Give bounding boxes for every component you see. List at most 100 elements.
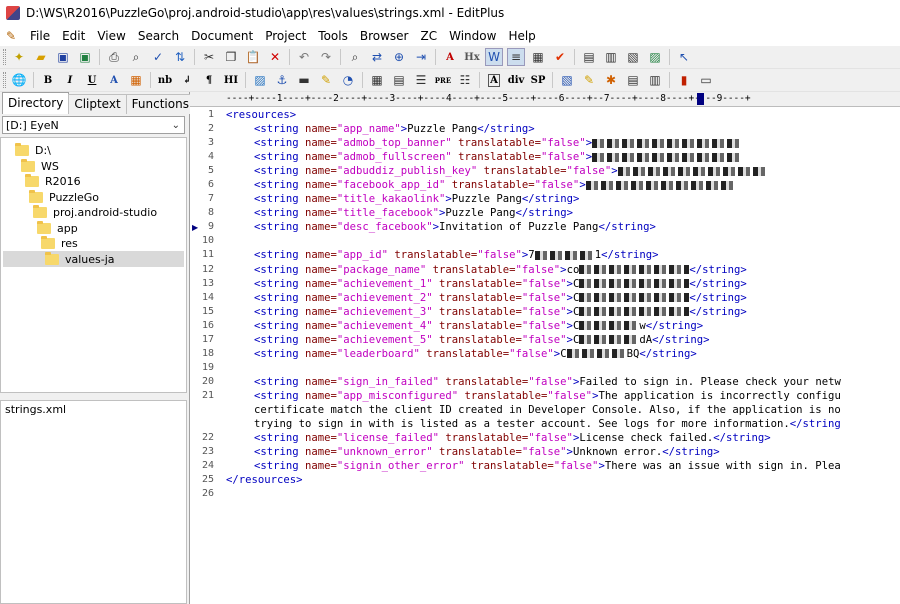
menu-document[interactable]: Document [185, 26, 259, 46]
context-help-icon[interactable]: ↖ [675, 48, 693, 66]
find-icon[interactable]: ⌕ [346, 48, 364, 66]
code-line[interactable]: 21 <string name="app_misconfigured" trans… [190, 389, 900, 403]
code-line[interactable]: 4 <string name="admob_fullscreen" transla… [190, 150, 900, 164]
pre-icon[interactable]: PRE [434, 71, 452, 89]
tree-item-proj-android-studio[interactable]: proj.android-studio [33, 204, 157, 220]
heading-icon[interactable]: HI [222, 71, 240, 89]
code-line[interactable]: 20 <string name="sign_in_failed" translat… [190, 375, 900, 389]
code-line[interactable]: 15 <string name="achievement_3" translata… [190, 305, 900, 319]
column-icon[interactable]: ▦ [529, 48, 547, 66]
code-line[interactable]: 9 <string name="desc_facebook">Invitation… [190, 220, 900, 234]
code-line[interactable]: 11 <string name="app_id" translatable="fa… [190, 248, 900, 262]
code-line[interactable]: 17 <string name="achievement_5" translata… [190, 333, 900, 347]
color-picker-icon[interactable]: ▦ [127, 71, 145, 89]
hx-icon[interactable]: Hx [463, 48, 481, 66]
menu-edit[interactable]: Edit [56, 26, 91, 46]
browser-globe-icon[interactable]: 🌐 [10, 71, 28, 89]
code-line[interactable]: 3 <string name="admob_top_banner" transla… [190, 136, 900, 150]
browser-icon[interactable]: ▨ [646, 48, 664, 66]
tab-directory[interactable]: Directory [2, 92, 70, 114]
image-icon[interactable]: ▨ [251, 71, 269, 89]
chevron-down-icon[interactable]: ⌄ [172, 117, 180, 135]
code-line[interactable]: 26 [190, 487, 900, 501]
break-icon[interactable]: ↲ [178, 71, 196, 89]
center-icon[interactable]: ☰ [412, 71, 430, 89]
menu-window[interactable]: Window [443, 26, 502, 46]
spell-check-icon[interactable]: ✓ [149, 48, 167, 66]
tree-item-puzzlego[interactable]: PuzzleGo [29, 189, 99, 205]
tree-item-res[interactable]: res [41, 235, 78, 251]
css-icon[interactable]: ✱ [602, 71, 620, 89]
replace-icon[interactable]: ⇄ [368, 48, 386, 66]
comment-icon[interactable]: ✎ [317, 71, 335, 89]
check-icon[interactable]: ✔ [551, 48, 569, 66]
div-icon[interactable]: div [507, 71, 525, 89]
toolbar-options-icon[interactable]: ▮ [675, 71, 693, 89]
code-line[interactable]: 14 <string name="achievement_2" translata… [190, 291, 900, 305]
copy-icon[interactable]: ❐ [222, 48, 240, 66]
span-icon[interactable]: SP [529, 71, 547, 89]
window-list-icon[interactable]: ▤ [580, 48, 598, 66]
print-icon[interactable]: ⎙ [105, 48, 123, 66]
code-line[interactable]: trying to sign in with is listed as a te… [190, 417, 900, 431]
script-icon[interactable]: ✎ [580, 71, 598, 89]
list-icon[interactable]: ▤ [390, 71, 408, 89]
save-all-icon[interactable]: ▣ [76, 48, 94, 66]
menu-file[interactable]: File [24, 26, 56, 46]
code-line[interactable]: 16 <string name="achievement_4" translata… [190, 319, 900, 333]
form-icon[interactable]: ▧ [558, 71, 576, 89]
code-line[interactable]: 25 </resources> [190, 473, 900, 487]
menu-project[interactable]: Project [259, 26, 312, 46]
file-item-strings-xml[interactable]: strings.xml [5, 403, 66, 416]
code-line[interactable]: 1 <resources> [190, 108, 900, 122]
font-color-icon[interactable]: A [105, 71, 123, 89]
nbsp-icon[interactable]: nb [156, 71, 174, 89]
toolbar-grip[interactable] [3, 72, 6, 88]
text-block-icon[interactable]: A [485, 71, 503, 89]
code-line[interactable]: 13 <string name="achievement_1" translata… [190, 277, 900, 291]
word-wrap-icon[interactable]: W [485, 48, 503, 66]
table-icon[interactable]: ▦ [368, 71, 386, 89]
code-line[interactable]: 7 <string name="title_kakaolink">Puzzle P… [190, 192, 900, 206]
toolbar-grip[interactable] [3, 49, 6, 65]
settings-icon[interactable]: ▭ [697, 71, 715, 89]
code-line[interactable]: 19 [190, 361, 900, 375]
code-line[interactable]: 22 <string name="license_failed" translat… [190, 431, 900, 445]
redo-icon[interactable]: ↷ [317, 48, 335, 66]
tree-item-r2016[interactable]: R2016 [25, 173, 81, 189]
validate-icon[interactable]: ▥ [646, 71, 664, 89]
tab-cliptext[interactable]: Cliptext [68, 94, 127, 114]
preview-icon[interactable]: ▤ [624, 71, 642, 89]
code-line[interactable]: 5 <string name="adbuddiz_publish_key" tra… [190, 164, 900, 178]
save-icon[interactable]: ▣ [54, 48, 72, 66]
anchor-icon[interactable]: ⚓ [273, 71, 291, 89]
code-line[interactable]: 6 <string name="facebook_app_id" translat… [190, 178, 900, 192]
drive-select[interactable]: [D:] EyeN ⌄ [2, 116, 185, 134]
paragraph-icon[interactable]: ¶ [200, 71, 218, 89]
output-icon[interactable]: ▥ [602, 48, 620, 66]
ftp-icon[interactable]: ⇅ [171, 48, 189, 66]
tree-item-ws[interactable]: WS [21, 158, 59, 174]
menu-browser[interactable]: Browser [354, 26, 415, 46]
italic-icon[interactable]: I [61, 71, 79, 89]
open-icon[interactable]: ▰ [32, 48, 50, 66]
delete-icon[interactable]: ✕ [266, 48, 284, 66]
tree-item-values-ja[interactable]: values-ja [3, 251, 184, 267]
find-in-files-icon[interactable]: ⊕ [390, 48, 408, 66]
code-line[interactable]: 2 <string name="app_name">Puzzle Pang</st… [190, 122, 900, 136]
menu-search[interactable]: Search [132, 26, 185, 46]
new-file-icon[interactable]: ✦ [10, 48, 28, 66]
hr-icon[interactable]: ▬ [295, 71, 313, 89]
style-icon[interactable]: ◔ [339, 71, 357, 89]
code-line[interactable]: 18 <string name="leaderboard" translatabl… [190, 347, 900, 361]
goto-icon[interactable]: ⇥ [412, 48, 430, 66]
code-line[interactable]: 10 [190, 234, 900, 248]
code-line[interactable]: 8 <string name="title_facebook">Puzzle Pa… [190, 206, 900, 220]
code-line[interactable]: 12 <string name="package_name" translatab… [190, 263, 900, 277]
code-editor[interactable]: ----+----1----+----2----+----3----+----4… [190, 92, 900, 604]
pencil-icon[interactable]: ✎ [6, 29, 20, 43]
bold-icon[interactable]: B [39, 71, 57, 89]
tree-item-app[interactable]: app [37, 220, 78, 236]
code-line[interactable]: certificate match the client ID created … [190, 403, 900, 417]
cut-icon[interactable]: ✂ [200, 48, 218, 66]
